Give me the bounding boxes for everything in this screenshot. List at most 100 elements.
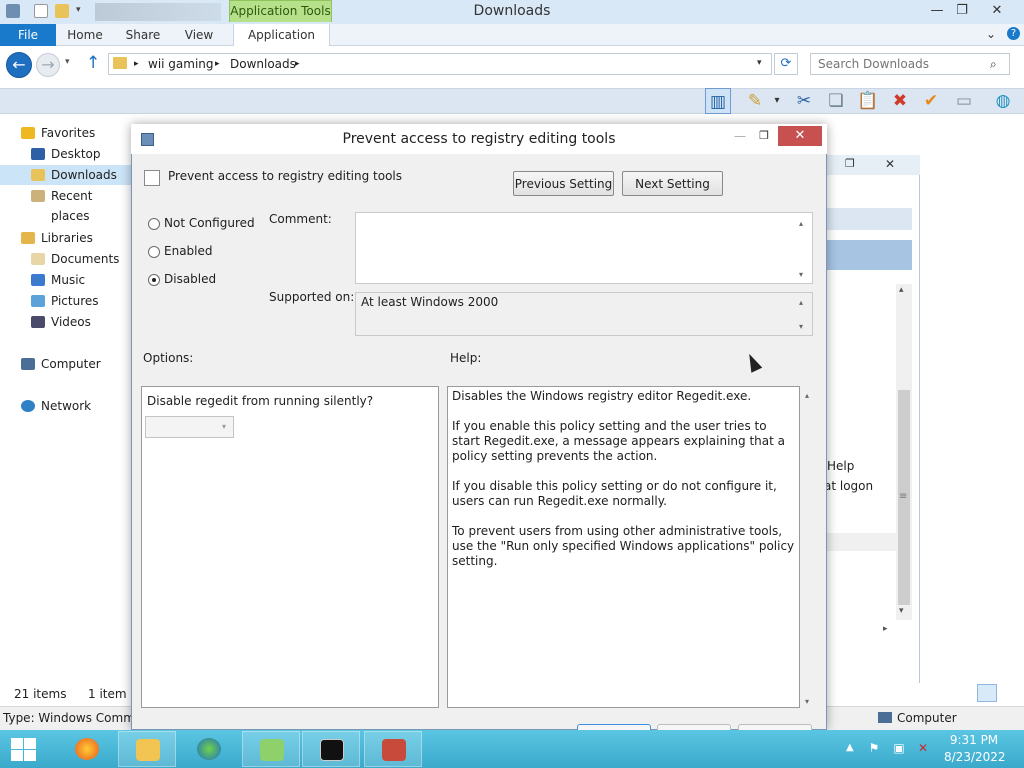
option-dropdown[interactable]	[145, 416, 234, 438]
background-scroll-right-icon[interactable]: ▸	[883, 624, 888, 634]
toolbox-icon	[382, 739, 406, 761]
supported-scroll-up-icon[interactable]: ▴	[799, 298, 803, 307]
cut-icon[interactable]: ✂	[791, 88, 817, 114]
close-button[interactable]: ✕	[982, 1, 1012, 21]
command-prompt-icon	[320, 739, 344, 761]
supported-on-value: At least Windows 2000	[361, 295, 499, 309]
forward-button[interactable]: →	[36, 53, 60, 77]
background-header-bar	[826, 208, 912, 230]
address-dropdown-icon[interactable]: ▾	[757, 58, 762, 68]
comment-scroll-up-icon[interactable]: ▴	[799, 219, 803, 228]
tab-share[interactable]: Share	[118, 24, 168, 46]
breadcrumb-downloads[interactable]: Downloads	[230, 57, 296, 71]
nav-videos[interactable]: Videos	[0, 312, 132, 332]
help-icon[interactable]: ?	[1007, 27, 1020, 40]
computer-icon	[21, 358, 35, 370]
taskbar-firefox[interactable]	[58, 731, 116, 767]
background-scroll-grip-icon: ≡	[899, 491, 908, 502]
dialog-maximize-button[interactable]: ❐	[753, 128, 775, 146]
breadcrumb-separator-icon[interactable]: ▸	[295, 59, 300, 69]
paste-icon[interactable]: 📋	[855, 88, 881, 114]
volume-muted-icon[interactable]: ✕	[916, 741, 930, 755]
help-scroll-down-icon[interactable]: ▾	[805, 697, 809, 706]
radio-button[interactable]	[148, 218, 160, 230]
desktop-icon	[31, 148, 45, 160]
nav-favorites[interactable]: Favorites	[0, 123, 132, 143]
clock-date[interactable]: 8/23/2022	[944, 750, 1006, 764]
windows-logo-icon	[24, 750, 36, 761]
help-scroll-up-icon[interactable]: ▴	[805, 391, 809, 400]
chevron-down-icon[interactable]: ▾	[222, 422, 226, 431]
comment-textarea[interactable]	[355, 212, 813, 284]
show-hidden-icons-icon[interactable]: ▲	[846, 742, 854, 753]
nav-downloads[interactable]: Downloads	[0, 165, 132, 185]
nav-libraries[interactable]: Libraries	[0, 228, 132, 248]
action-center-flag-icon[interactable]: ⚑	[867, 741, 881, 755]
globe-icon[interactable]: ◍	[990, 88, 1016, 114]
help-label: Help:	[450, 351, 482, 365]
expand-ribbon-icon[interactable]: ⌄	[986, 27, 996, 41]
edit-folder-icon[interactable]: ✎	[742, 88, 768, 114]
tab-file[interactable]: File	[0, 24, 56, 46]
supported-scroll-down-icon[interactable]: ▾	[799, 322, 803, 331]
previous-setting-button[interactable]: Previous Setting	[513, 171, 614, 196]
nav-documents[interactable]: Documents	[0, 249, 132, 269]
check-icon[interactable]: ✔	[918, 88, 944, 114]
comment-scroll-down-icon[interactable]: ▾	[799, 270, 803, 279]
options-label: Options:	[143, 351, 194, 365]
search-input[interactable]	[818, 57, 978, 71]
toolbar-dropdown-icon[interactable]: ▾	[768, 88, 786, 114]
background-help-text: Help	[827, 459, 855, 473]
taskbar-internet-download-manager[interactable]	[180, 731, 238, 767]
nav-network[interactable]: Network	[0, 396, 132, 416]
preview-pane-icon[interactable]: ▥	[705, 88, 731, 114]
radio-button[interactable]	[148, 246, 160, 258]
refresh-button[interactable]: ⟳	[774, 53, 798, 75]
background-window-titlebar	[826, 155, 920, 175]
clock-time[interactable]: 9:31 PM	[944, 733, 1004, 747]
taskbar-installer[interactable]	[242, 731, 300, 767]
tab-view[interactable]: View	[174, 24, 224, 46]
large-icons-view-icon[interactable]	[1001, 684, 1021, 702]
nav-computer[interactable]: Computer	[0, 354, 132, 374]
background-selected-row	[826, 240, 912, 270]
nav-pictures[interactable]: Pictures	[0, 291, 132, 311]
taskbar-file-explorer[interactable]	[118, 731, 176, 767]
background-scroll-down-icon[interactable]: ▾	[899, 606, 904, 616]
recent-locations-chevron-icon[interactable]: ▾	[65, 57, 70, 67]
taskbar-group-policy-editor[interactable]	[364, 731, 422, 767]
details-view-icon[interactable]	[977, 684, 997, 702]
rename-icon[interactable]: ▭	[951, 88, 977, 114]
taskbar-command-prompt[interactable]	[302, 731, 360, 767]
dialog-close-button[interactable]: ✕	[778, 126, 822, 146]
delete-icon[interactable]: ✖	[887, 88, 913, 114]
status-item-count: 21 items	[14, 687, 67, 701]
radio-button-selected[interactable]	[148, 274, 160, 286]
breadcrumb-separator-icon[interactable]: ▸	[215, 59, 220, 69]
tab-application[interactable]: Application	[233, 24, 330, 46]
dialog-title: Prevent access to registry editing tools	[342, 131, 616, 147]
copy-icon[interactable]: ❏	[823, 88, 849, 114]
nav-recent-places[interactable]: Recent places	[0, 186, 132, 223]
star-icon	[21, 127, 35, 139]
installer-icon	[260, 739, 284, 761]
breadcrumb-separator-icon[interactable]: ▸	[134, 59, 139, 69]
background-restore-button[interactable]: ❐	[845, 157, 855, 170]
up-button[interactable]: ↑	[86, 53, 100, 73]
background-close-button[interactable]: ✕	[885, 157, 895, 171]
next-setting-button[interactable]: Next Setting	[622, 171, 723, 196]
network-tray-icon[interactable]: ▣	[892, 741, 906, 755]
dialog-minimize-button[interactable]: —	[729, 128, 751, 146]
nav-desktop[interactable]: Desktop	[0, 144, 132, 164]
breadcrumb-wii-gaming[interactable]: wii gaming	[148, 57, 214, 71]
status-type: Type: Windows Comman	[3, 711, 133, 725]
background-scroll-up-icon[interactable]: ▴	[899, 285, 904, 295]
start-button[interactable]	[9, 736, 37, 762]
option-question: Disable regedit from running silently?	[147, 394, 374, 408]
back-button[interactable]: ←	[6, 52, 32, 78]
maximize-button[interactable]: ❐	[947, 1, 977, 21]
nav-music[interactable]: Music	[0, 270, 132, 290]
tab-home[interactable]: Home	[60, 24, 110, 46]
windows-logo-icon	[11, 738, 23, 749]
search-icon[interactable]: ⌕	[990, 57, 997, 72]
